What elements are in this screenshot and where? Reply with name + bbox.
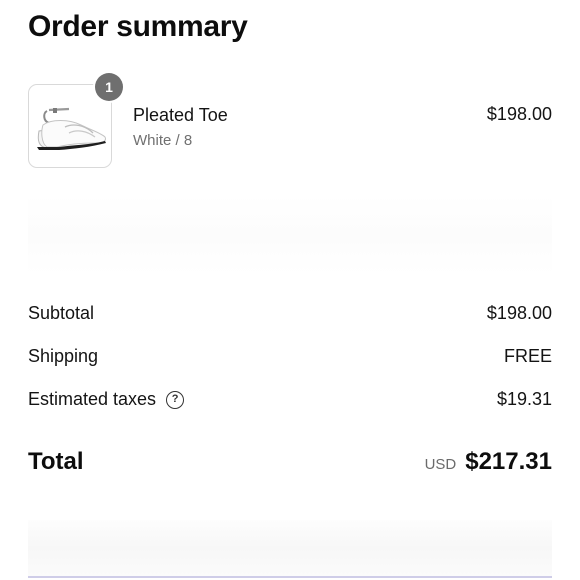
question-circle-icon[interactable]: ? <box>166 390 185 409</box>
taxes-label-group: Estimated taxes ? <box>28 389 185 410</box>
shipping-value: FREE <box>503 346 552 366</box>
page-title: Order summary <box>28 10 248 43</box>
product-name: Pleated Toe <box>133 105 228 125</box>
faded-footer <box>28 520 552 576</box>
order-summary-panel: Order summary 1 Pleated Toe White / 8 $1… <box>0 0 580 580</box>
taxes-label: Estimated taxes <box>28 389 157 409</box>
total-amount: $217.31 <box>465 448 552 475</box>
total-label: Total <box>28 448 84 475</box>
faded-section <box>28 195 552 275</box>
total-amount-group: USD $217.31 <box>425 448 552 476</box>
shipping-row: Shipping FREE <box>28 343 552 386</box>
currency-code: USD <box>424 456 457 473</box>
line-item: 1 Pleated Toe White / 8 $198.00 <box>28 73 552 172</box>
taxes-value: $19.31 <box>496 389 552 409</box>
subtotal-row: Subtotal $198.00 <box>28 300 552 343</box>
product-variant: White / 8 <box>133 132 193 149</box>
subtotal-label: Subtotal <box>28 303 95 323</box>
quantity-badge: 1 <box>95 73 123 101</box>
subtotal-value: $198.00 <box>486 303 552 323</box>
shipping-label: Shipping <box>28 346 99 366</box>
divider <box>28 576 552 578</box>
taxes-row: Estimated taxes ? $19.31 <box>28 386 552 429</box>
cost-summary: Subtotal $198.00 Shipping FREE Estimated… <box>28 300 552 429</box>
product-price: $198.00 <box>486 104 552 124</box>
total-row: Total USD $217.31 <box>28 444 552 484</box>
